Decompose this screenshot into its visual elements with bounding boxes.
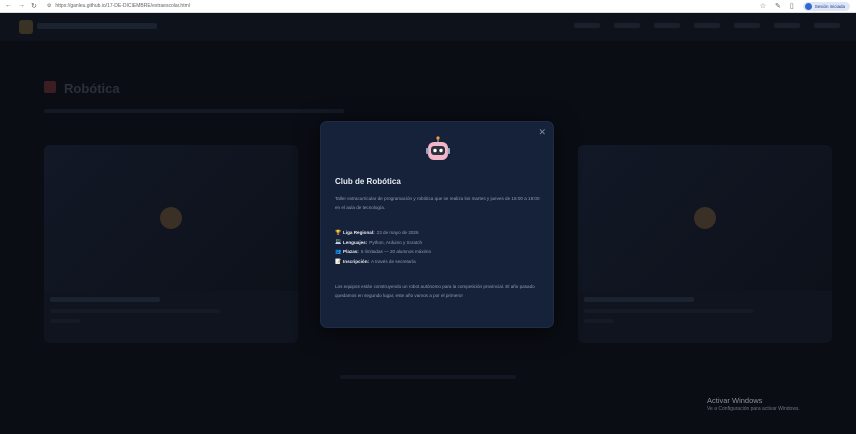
avatar: [804, 2, 812, 10]
url-text[interactable]: https://ganleu.github.io/17-DE-DICIEMBRE…: [55, 3, 190, 9]
card-text: [584, 309, 754, 313]
activity-card[interactable]: [44, 145, 298, 343]
nav-link[interactable]: [814, 23, 840, 28]
address-bar[interactable]: ⚙ https://ganleu.github.io/17-DE-DICIEMB…: [47, 3, 190, 9]
laptop-icon: 💻: [335, 239, 342, 246]
profile-label: Sesión iniciada: [814, 3, 845, 9]
site-info-icon[interactable]: ⚙: [47, 3, 51, 9]
fact-item: 🏆 Liga Regional: 23 de mayo de 2026: [335, 228, 545, 238]
card-image: [44, 145, 298, 291]
activity-card[interactable]: [578, 145, 832, 343]
card-text: [50, 319, 80, 323]
extensions-icon[interactable]: ✎: [775, 2, 781, 10]
trophy-icon: 🏆: [335, 229, 342, 236]
modal-description: Taller extracurricular de programación y…: [335, 196, 540, 210]
page-footer-text: [340, 375, 516, 379]
card-title: [584, 297, 694, 302]
browser-toolbar: ← → ↻ ⚙ https://ganleu.github.io/17-DE-D…: [0, 0, 856, 13]
card-text: [584, 319, 614, 323]
modal-title: Club de Robótica: [335, 177, 401, 186]
site-name: [37, 23, 157, 29]
fact-label: Inscripción:: [343, 259, 370, 265]
robot-icon: [426, 136, 450, 160]
nav-link[interactable]: [774, 23, 800, 28]
browser-nav: ← → ↻: [5, 2, 37, 10]
nav-link[interactable]: [614, 23, 640, 28]
fact-label: Liga Regional:: [343, 230, 375, 236]
modal-note: Los equipos están construyendo un robot …: [335, 284, 535, 299]
fact-value: Python, Arduino y Scratch: [369, 239, 423, 245]
bookmark-star-icon[interactable]: ☆: [760, 2, 766, 10]
watermark-line2: Ve a Configuración para activar Windows.: [707, 406, 800, 412]
fact-label: Plazas:: [343, 249, 359, 255]
forward-icon[interactable]: →: [18, 2, 25, 10]
windows-activation-watermark: Activar Windows Ve a Configuración para …: [707, 396, 800, 412]
card-title: [50, 297, 160, 302]
section-subtitle: [44, 109, 344, 113]
nav-link[interactable]: [654, 23, 680, 28]
fact-item: 📝 Inscripción: A través de secretaría: [335, 257, 545, 267]
watermark-line1: Activar Windows: [707, 396, 763, 405]
memo-icon: 📝: [335, 258, 342, 265]
nav-link[interactable]: [734, 23, 760, 28]
people-icon: 👥: [335, 248, 342, 255]
back-icon[interactable]: ←: [5, 2, 12, 10]
section-title: Robótica: [64, 81, 120, 96]
fact-label: Lenguajes:: [343, 239, 368, 245]
card-image: [578, 145, 832, 291]
section-icon: [44, 81, 56, 93]
site-nav: [574, 23, 840, 28]
site-header: [0, 13, 856, 41]
card-text: [50, 309, 220, 313]
close-icon[interactable]: ✕: [538, 127, 546, 138]
reload-icon[interactable]: ↻: [31, 2, 37, 10]
nav-link[interactable]: [574, 23, 600, 28]
fact-list: 🏆 Liga Regional: 23 de mayo de 2026 💻 Le…: [335, 228, 545, 266]
activity-modal: ✕ Club de Robótica Taller extracurricula…: [320, 121, 554, 328]
site-logo[interactable]: [19, 20, 33, 34]
nav-link[interactable]: [694, 23, 720, 28]
sidebar-icon[interactable]: ▯: [790, 2, 794, 10]
profile-button[interactable]: Sesión iniciada: [802, 1, 850, 11]
fact-item: 👥 Plazas: 5 limitadas — 20 alumnos máxim…: [335, 247, 545, 257]
fact-value: A través de secretaría: [371, 259, 416, 265]
fact-item: 💻 Lenguajes: Python, Arduino y Scratch: [335, 238, 545, 248]
fact-value: 5 limitadas — 20 alumnos máximo: [360, 249, 432, 255]
fact-value: 23 de mayo de 2026: [376, 230, 419, 236]
